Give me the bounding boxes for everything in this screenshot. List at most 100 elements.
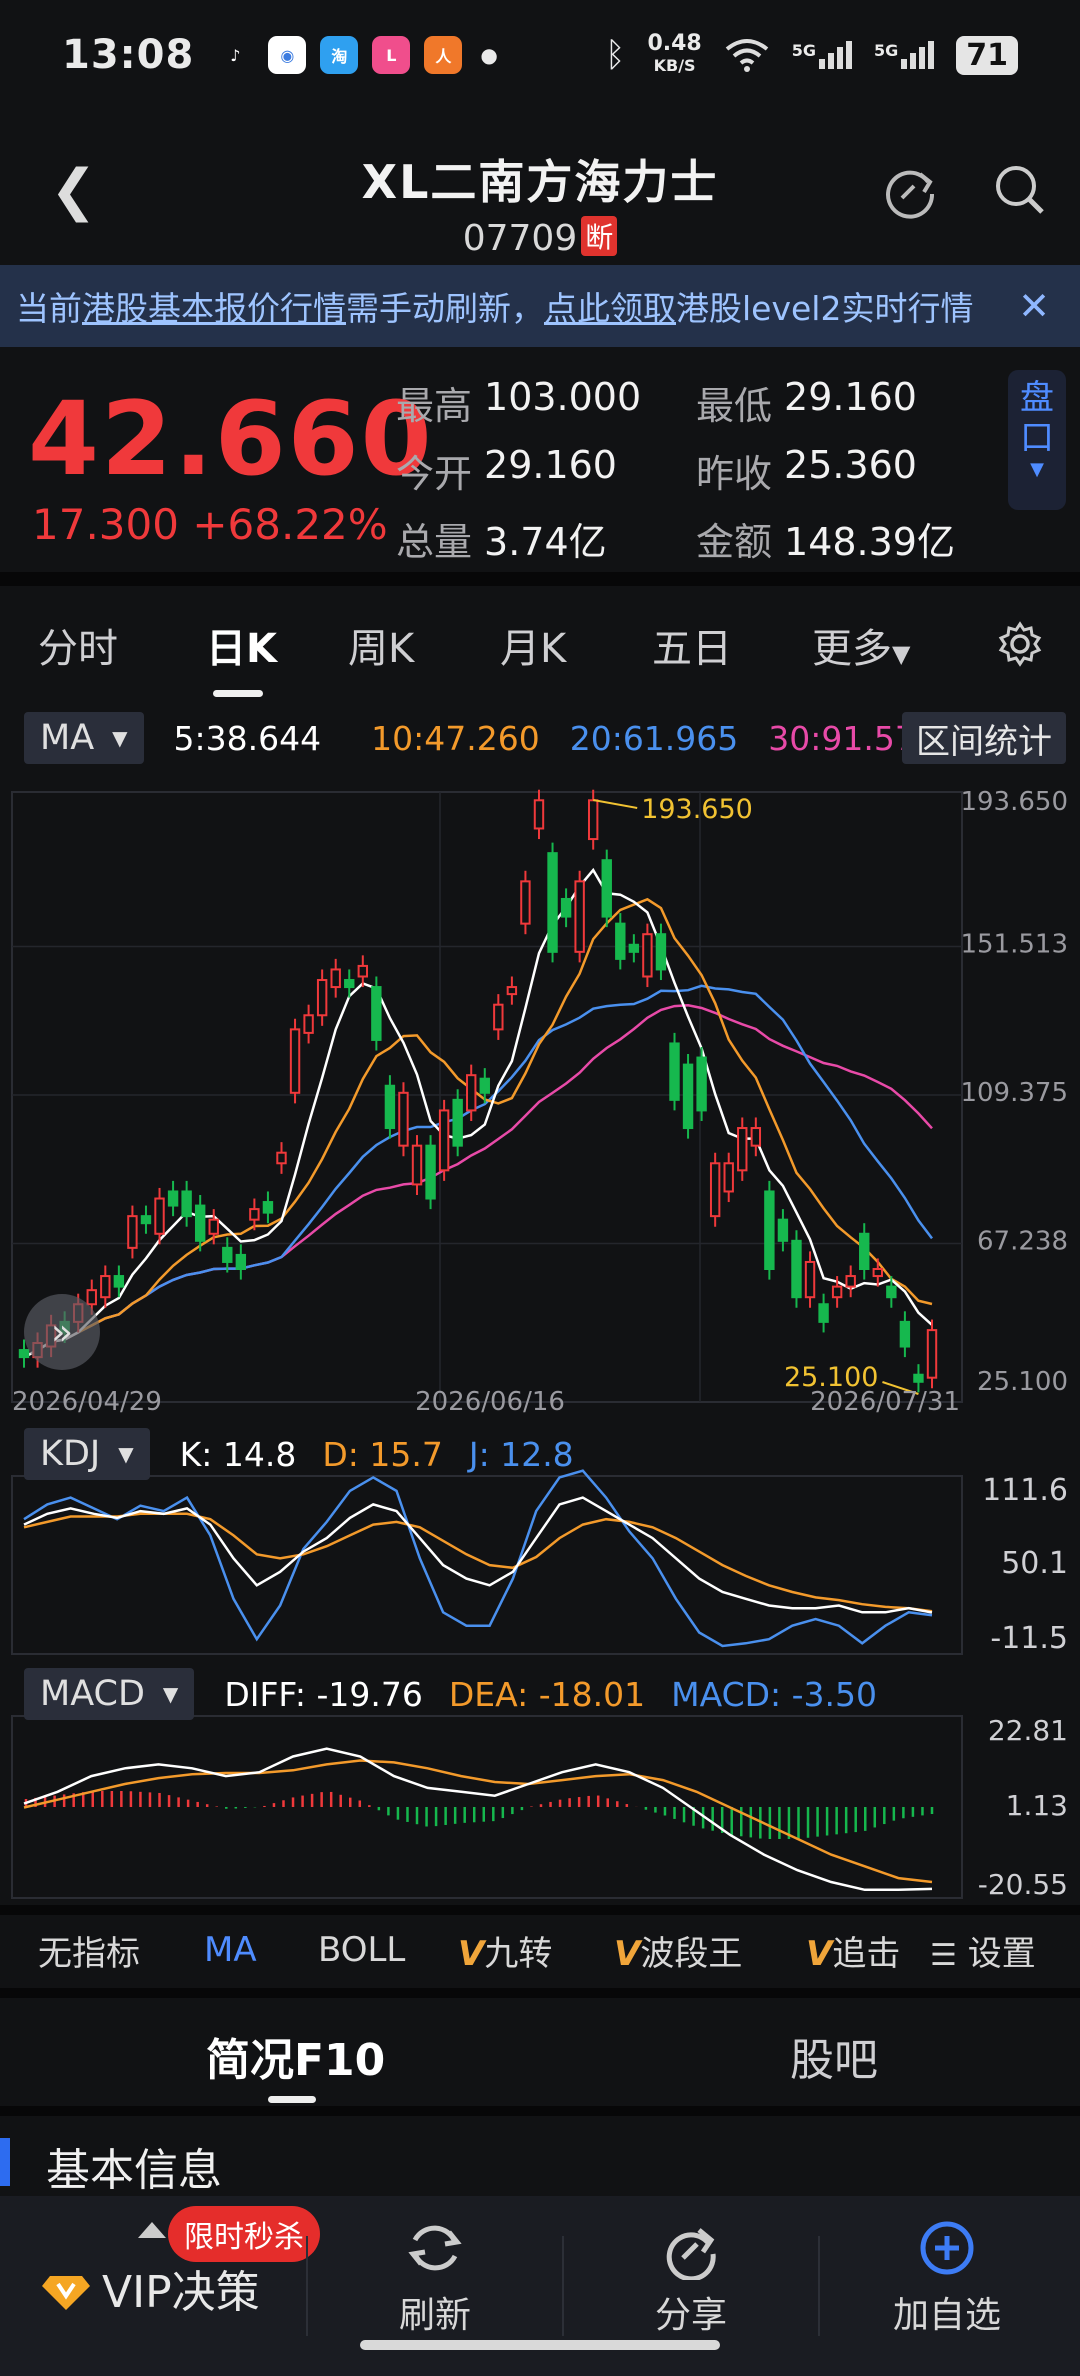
indicator-boll[interactable]: BOLL xyxy=(318,1930,405,1970)
search-icon[interactable] xyxy=(990,160,1050,220)
chart-scroll-arrows-icon: » xyxy=(51,1312,73,1353)
stat-label: 最低 xyxy=(696,383,773,428)
candle-body xyxy=(737,1127,748,1172)
indicator-nine-turn[interactable]: V九转 xyxy=(458,1926,552,1975)
level2-banner[interactable]: 当前 港股基本报价行情 需手动刷新， 点此领取 港股level2实时行情 ✕ xyxy=(0,265,1080,347)
tiktok-icon: ♪ xyxy=(216,36,255,74)
expand-up-icon[interactable] xyxy=(138,2222,166,2238)
candle-body xyxy=(845,1275,856,1288)
range-stats-button[interactable]: 区间统计 xyxy=(902,712,1066,764)
stock-code: 07709 xyxy=(462,218,578,259)
macd-diff-line xyxy=(23,1747,933,1892)
share-button[interactable]: 分享 xyxy=(566,2216,816,2356)
section-divider xyxy=(0,1905,1080,1915)
order-book-button[interactable]: 盘 口 ▼ xyxy=(1008,370,1066,510)
kdj-d-value: D: 15.7 xyxy=(322,1434,443,1474)
candle-body xyxy=(899,1320,911,1348)
candle-body xyxy=(615,922,626,960)
candle-body xyxy=(411,1144,423,1186)
vip-diamond-icon xyxy=(42,2276,90,2310)
macd-indicator-select[interactable]: MACD ▼ xyxy=(24,1668,195,1720)
status-app-icons: ♪ ◉ 淘 L 人 xyxy=(216,36,463,74)
indicator-settings[interactable]: ☰ 设置 xyxy=(930,1926,1036,1975)
x-tick-label-start: 2026/04/29 xyxy=(12,1387,162,1417)
candle-body xyxy=(574,880,585,953)
candle-body xyxy=(371,986,382,1041)
max-annotation-line xyxy=(593,799,638,809)
candle-body xyxy=(560,897,572,918)
tab-five-day[interactable]: 五日 xyxy=(652,616,732,674)
candle-body xyxy=(127,1215,138,1249)
candle-body xyxy=(764,1190,775,1271)
halt-badge: 断 xyxy=(581,216,618,256)
candle-body xyxy=(208,1218,219,1235)
candle-body xyxy=(886,1285,897,1299)
candle-body xyxy=(913,1373,924,1383)
tab-f10-overview[interactable]: 简况F10 xyxy=(206,2024,385,2088)
candle-body xyxy=(262,1201,274,1214)
tab-monthly-k[interactable]: 月K xyxy=(500,616,566,674)
net-speed-unit: KB/S xyxy=(653,56,696,75)
macd-indicator-label: MACD xyxy=(40,1674,145,1714)
main-indicator-select[interactable]: MA ▼ xyxy=(24,712,144,764)
indicator-none[interactable]: 无指标 xyxy=(38,1926,140,1975)
wifi-icon xyxy=(725,39,768,72)
candle-body xyxy=(249,1208,260,1221)
stat-value: 148.39亿 xyxy=(784,519,955,564)
app-icon-1: ◉ xyxy=(268,36,307,74)
quote-row: 最高 103.000 最低 29.160 xyxy=(396,368,996,436)
status-bar: 13:08 ♪ ◉ 淘 L 人 ● ᛒ 0.48 KB/S 5G 5G 71 xyxy=(0,0,1080,110)
flash-sale-badge: 限时秒杀 xyxy=(168,2206,320,2262)
refresh-icon[interactable] xyxy=(880,160,940,220)
candle-body xyxy=(167,1190,179,1207)
banner-close-button[interactable]: ✕ xyxy=(1018,284,1050,328)
signal-1: 5G xyxy=(792,41,852,69)
tab-stock-forum[interactable]: 股吧 xyxy=(790,2024,878,2088)
indicator-chase[interactable]: V追击 xyxy=(806,1926,900,1975)
indicator-nine-turn-label: 九转 xyxy=(484,1933,553,1974)
max-price-annotation: 193.650 xyxy=(641,794,753,825)
candle-body xyxy=(804,1260,816,1299)
candle-body xyxy=(669,1042,680,1101)
vip-decision-button[interactable]: VIP决策 xyxy=(40,2256,260,2320)
candle-body xyxy=(18,1349,30,1359)
banner-link-quote[interactable]: 港股基本报价行情 xyxy=(82,282,346,330)
indicator-wave-king[interactable]: V波段王 xyxy=(614,1926,742,1975)
tab-intraday[interactable]: 分时 xyxy=(38,616,118,674)
add-circle-icon xyxy=(920,2221,974,2275)
candle-body xyxy=(384,1084,396,1130)
signal-1-label: 5G xyxy=(791,41,816,60)
tab-active-underline xyxy=(213,690,263,697)
signal-2-label: 5G xyxy=(873,41,899,60)
banner-text-2: 需手动刷新， xyxy=(346,289,544,328)
x-tick-label-end: 2026/07/31 xyxy=(810,1387,960,1417)
main-y-tick-label: 151.513 xyxy=(960,930,1068,960)
kdj-indicator-select[interactable]: KDJ ▼ xyxy=(24,1428,150,1480)
candle-body xyxy=(140,1215,152,1225)
banner-text-3: 港股level2实时行情 xyxy=(676,289,974,328)
battery-indicator: 71 xyxy=(956,35,1018,75)
stock-code-row: 07709 断 xyxy=(0,216,1080,259)
tab-daily-k[interactable]: 日K xyxy=(206,616,277,674)
add-watchlist-button[interactable]: 加自选 xyxy=(822,2216,1072,2356)
nav-separator xyxy=(306,2236,308,2336)
kdj-y-tick-label: 50.1 xyxy=(1001,1546,1068,1581)
tab-weekly-k[interactable]: 周K xyxy=(348,616,414,674)
kline-chart-area[interactable]: 193.650 151.513 109.375 67.238 25.100 193.650… xyxy=(0,770,1080,1900)
banner-text-1: 当前 xyxy=(16,289,82,328)
refresh-button[interactable]: 刷新 xyxy=(310,2216,560,2356)
stat-label: 昨收 xyxy=(696,451,773,496)
tab-more[interactable]: 更多▼ xyxy=(812,616,910,674)
share-label: 分享 xyxy=(654,2295,727,2336)
refresh-icon xyxy=(408,2225,462,2271)
stat-label: 今开 xyxy=(396,451,473,496)
candle-body xyxy=(316,979,328,1017)
status-time: 13:08 xyxy=(62,32,195,78)
stat-open: 今开 29.160 xyxy=(396,443,696,498)
macd-dea-value: DEA: -18.01 xyxy=(448,1674,646,1714)
indicator-ma[interactable]: MA xyxy=(204,1930,257,1970)
banner-link-claim[interactable]: 点此领取 xyxy=(544,282,676,330)
chart-settings-gear-icon[interactable] xyxy=(996,620,1044,668)
candle-body xyxy=(438,1109,450,1172)
main-y-tick-label: 193.650 xyxy=(960,787,1068,817)
